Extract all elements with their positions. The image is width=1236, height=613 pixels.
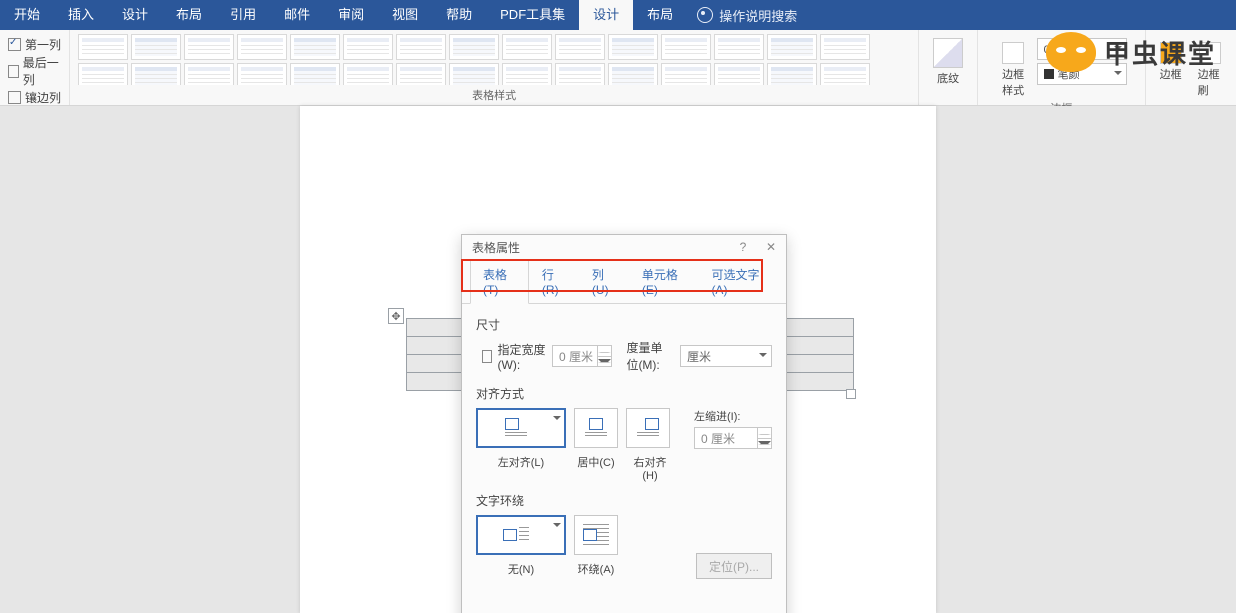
spec-width-label: 指定宽度(W): <box>498 341 546 372</box>
table-style-swatch[interactable] <box>661 34 711 60</box>
table-style-swatch[interactable] <box>396 34 446 60</box>
table-style-swatch[interactable] <box>502 34 552 60</box>
ribbon: 第一列 最后一列 镶边列 式选项 表格样式 底纹 边框样式 0.5 磅 笔颜 边… <box>0 30 1236 106</box>
table-style-swatch[interactable] <box>820 63 870 85</box>
shading-icon <box>933 38 963 68</box>
table-style-swatch[interactable] <box>661 63 711 85</box>
table-style-swatch[interactable] <box>555 63 605 85</box>
indent-input[interactable]: 0 厘米 <box>694 427 772 449</box>
dialog-tab[interactable]: 列(U) <box>579 259 629 304</box>
table-move-handle[interactable]: ✥ <box>388 308 404 324</box>
tell-me-search[interactable]: 操作说明搜索 <box>697 6 797 25</box>
bulb-icon <box>697 7 713 23</box>
ribbon-tab-bar: 开始插入设计布局引用邮件审阅视图帮助PDF工具集设计布局操作说明搜索 <box>0 0 1236 30</box>
help-button[interactable]: ? <box>734 240 752 254</box>
wrap-option[interactable] <box>574 515 618 555</box>
table-style-swatch[interactable] <box>767 34 817 60</box>
spec-width-checkbox[interactable] <box>482 350 492 363</box>
align-option[interactable] <box>476 408 566 448</box>
table-resize-handle[interactable] <box>846 389 856 399</box>
wrap-icon <box>583 524 609 546</box>
shading-button[interactable]: 底纹 <box>927 34 969 86</box>
border-style-button[interactable]: 边框样式 <box>996 38 1031 98</box>
wrap-option[interactable] <box>476 515 566 555</box>
ribbon-tab[interactable]: 设计 <box>108 0 162 30</box>
styles-group-label: 表格样式 <box>78 85 910 103</box>
table-properties-dialog: 表格属性 ? ✕ 表格(T)行(R)列(U)单元格(E)可选文字(A) 尺寸 指… <box>461 234 787 613</box>
table-style-swatch[interactable] <box>502 63 552 85</box>
ribbon-tab[interactable]: 布局 <box>162 0 216 30</box>
banded-col-checkbox[interactable]: 镶边列 <box>8 89 61 106</box>
table-style-swatch[interactable] <box>290 34 340 60</box>
table-style-swatch[interactable] <box>396 63 446 85</box>
position-button[interactable]: 定位(P)... <box>696 553 772 579</box>
document-area: ✥ 表格属性 ? ✕ 表格(T)行(R)列(U)单元格(E)可选文字(A) 尺寸… <box>0 106 1236 613</box>
ribbon-tab[interactable]: PDF工具集 <box>486 0 579 30</box>
table-style-swatch[interactable] <box>237 63 287 85</box>
table-styles-gallery[interactable] <box>78 34 898 85</box>
table-style-swatch[interactable] <box>714 34 764 60</box>
wrap-label: 无(N) <box>476 561 566 577</box>
dialog-tab[interactable]: 可选文字(A) <box>698 259 778 304</box>
table-style-swatch[interactable] <box>131 34 181 60</box>
border-style-icon <box>1002 42 1024 64</box>
table-style-swatch[interactable] <box>343 63 393 85</box>
wrap-section-title: 文字环绕 <box>476 492 772 509</box>
unit-select[interactable]: 厘米 <box>680 345 772 367</box>
unit-label: 度量单位(M): <box>626 339 674 373</box>
table-style-swatch[interactable] <box>820 34 870 60</box>
ribbon-tab[interactable]: 布局 <box>633 0 687 30</box>
table-style-swatch[interactable] <box>290 63 340 85</box>
align-label: 居中(C) <box>574 454 618 470</box>
wrap-icon <box>503 524 529 546</box>
ribbon-tab[interactable]: 设计 <box>579 0 633 30</box>
table-style-swatch[interactable] <box>343 34 393 60</box>
align-option[interactable] <box>626 408 670 448</box>
table-style-swatch[interactable] <box>131 63 181 85</box>
watermark-logo: 甲虫课堂 <box>1046 32 1216 72</box>
table-style-swatch[interactable] <box>184 34 234 60</box>
table-style-swatch[interactable] <box>608 63 658 85</box>
size-section-title: 尺寸 <box>476 316 772 333</box>
align-label: 左对齐(L) <box>476 454 566 470</box>
logo-icon <box>1046 32 1096 72</box>
dialog-tab[interactable]: 单元格(E) <box>629 259 699 304</box>
dialog-title: 表格属性 <box>472 239 520 256</box>
width-input[interactable]: 0 厘米 <box>552 345 612 367</box>
ribbon-tab[interactable]: 插入 <box>54 0 108 30</box>
close-button[interactable]: ✕ <box>762 240 780 254</box>
ribbon-tab[interactable]: 开始 <box>0 0 54 30</box>
table-style-swatch[interactable] <box>449 34 499 60</box>
table-style-swatch[interactable] <box>767 63 817 85</box>
table-style-swatch[interactable] <box>714 63 764 85</box>
last-col-checkbox[interactable]: 最后一列 <box>8 54 61 88</box>
align-icon <box>637 418 659 438</box>
table-style-swatch[interactable] <box>608 34 658 60</box>
indent-label: 左缩进(I): <box>694 408 772 424</box>
first-col-checkbox[interactable]: 第一列 <box>8 36 61 53</box>
table-style-swatch[interactable] <box>555 34 605 60</box>
align-icon <box>585 418 607 438</box>
wrap-label: 环绕(A) <box>574 561 618 577</box>
ribbon-tab[interactable]: 邮件 <box>270 0 324 30</box>
align-label: 右对齐(H) <box>626 454 674 482</box>
table-style-swatch[interactable] <box>449 63 499 85</box>
table-style-swatch[interactable] <box>78 34 128 60</box>
ribbon-tab[interactable]: 引用 <box>216 0 270 30</box>
ribbon-tab[interactable]: 帮助 <box>432 0 486 30</box>
table-style-swatch[interactable] <box>78 63 128 85</box>
table-style-swatch[interactable] <box>237 34 287 60</box>
align-icon <box>505 418 527 438</box>
ribbon-tab[interactable]: 审阅 <box>324 0 378 30</box>
dialog-tab[interactable]: 行(R) <box>529 259 579 304</box>
dialog-tab[interactable]: 表格(T) <box>470 259 529 304</box>
align-section-title: 对齐方式 <box>476 385 772 402</box>
table-style-swatch[interactable] <box>184 63 234 85</box>
align-option[interactable] <box>574 408 618 448</box>
ribbon-tab[interactable]: 视图 <box>378 0 432 30</box>
